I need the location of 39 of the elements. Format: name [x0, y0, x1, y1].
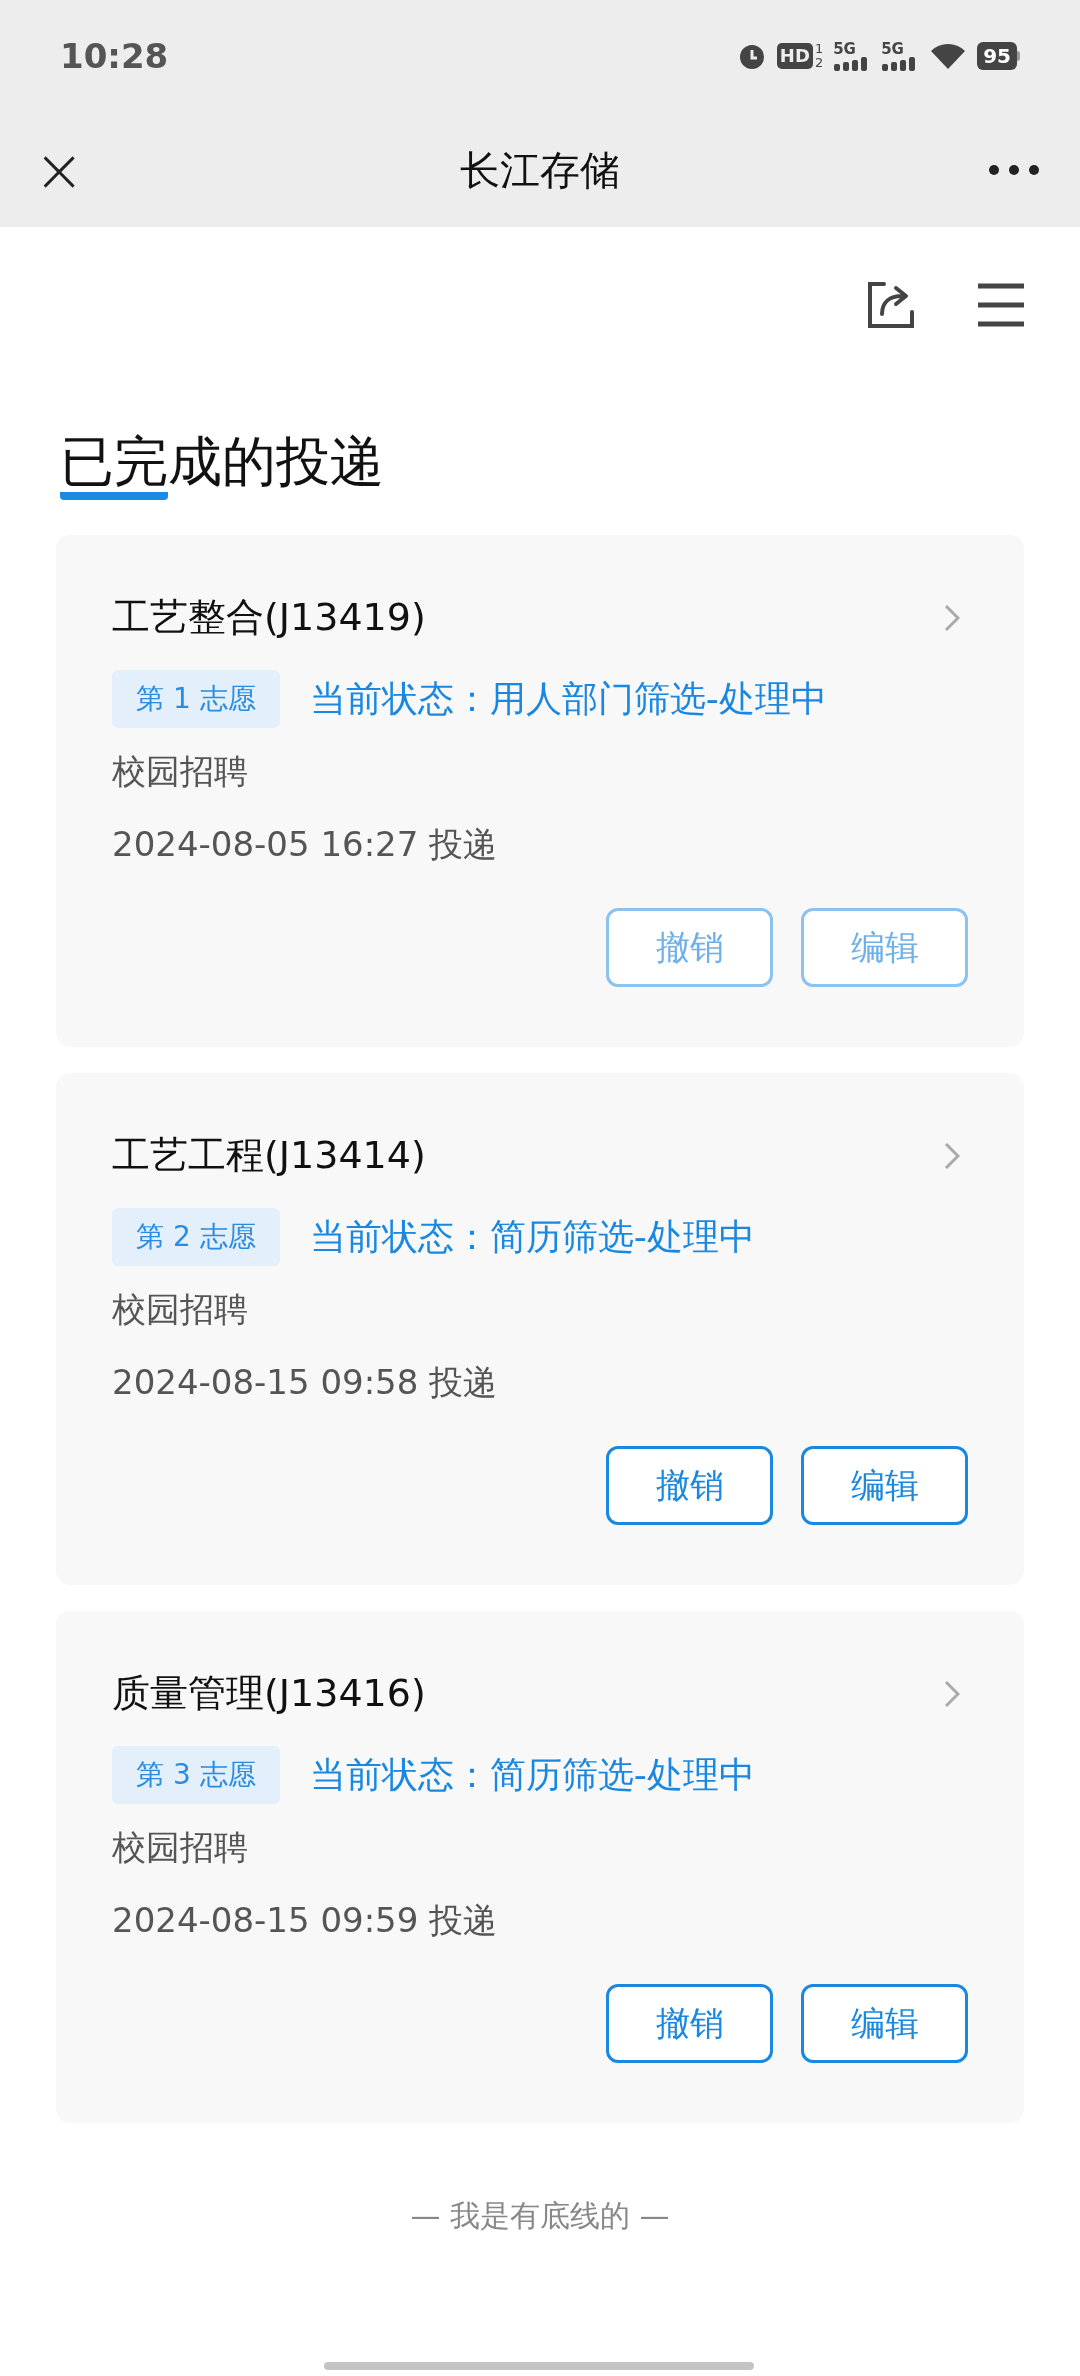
battery-level: 95	[977, 42, 1017, 70]
hd-badge: HD	[776, 43, 813, 69]
submit-time: 2024-08-15 09:58 投递	[112, 1361, 499, 1404]
nav-title: 长江存储	[460, 145, 620, 195]
choice-tag: 第 3 志愿	[112, 1746, 280, 1804]
submit-time: 2024-08-05 16:27 投递	[112, 823, 499, 866]
recruit-channel: 校园招聘	[112, 1288, 249, 1331]
sim-number: 1	[814, 42, 824, 56]
job-title: 工艺工程(J13414)	[112, 1132, 426, 1179]
share-icon[interactable]	[866, 280, 916, 330]
status-text: 当前状态：用人部门筛选-处理中	[309, 677, 827, 721]
chevron-right-icon[interactable]	[944, 1141, 960, 1170]
wifi-icon	[929, 41, 968, 71]
network-label: 5G	[833, 41, 856, 57]
recruit-channel: 校园招聘	[112, 750, 249, 793]
status-text: 当前状态：简历筛选-处理中	[309, 1753, 755, 1797]
edit-button[interactable]: 编辑	[801, 1984, 968, 2063]
choice-tag: 第 1 志愿	[112, 670, 280, 728]
close-button[interactable]: ×	[34, 139, 78, 200]
choice-tag: 第 2 志愿	[112, 1208, 280, 1266]
status-text: 当前状态：简历筛选-处理中	[309, 1215, 755, 1259]
footer-text: — 我是有底线的 —	[410, 2197, 670, 2235]
chevron-right-icon[interactable]	[944, 1679, 960, 1708]
recruit-channel: 校园招聘	[112, 1826, 249, 1869]
revoke-button[interactable]: 撤销	[606, 1984, 773, 2063]
job-title: 质量管理(J13416)	[112, 1670, 426, 1717]
revoke-button[interactable]: 撤销	[606, 1446, 773, 1525]
application-card[interactable]: 工艺工程(J13414) 第 2 志愿 当前状态：简历筛选-处理中 校园招聘 2024-08-15 09:58 投递 撤销 编辑	[56, 1073, 1024, 1585]
sim-number: 2	[814, 56, 824, 70]
status-time: 10:28	[60, 34, 169, 78]
job-title: 工艺整合(J13419)	[112, 594, 426, 641]
chevron-right-icon[interactable]	[944, 603, 960, 632]
edit-button[interactable]: 编辑	[801, 1446, 968, 1525]
application-card[interactable]: 质量管理(J13416) 第 3 志愿 当前状态：简历筛选-处理中 校园招聘 2024-08-15 09:59 投递 撤销 编辑	[56, 1611, 1024, 2123]
page-title: 已完成的投递	[60, 421, 384, 503]
submit-time: 2024-08-15 09:59 投递	[112, 1899, 499, 1942]
more-icon[interactable]	[988, 163, 1040, 176]
network-label: 5G	[881, 41, 904, 57]
menu-icon[interactable]	[976, 283, 1026, 327]
